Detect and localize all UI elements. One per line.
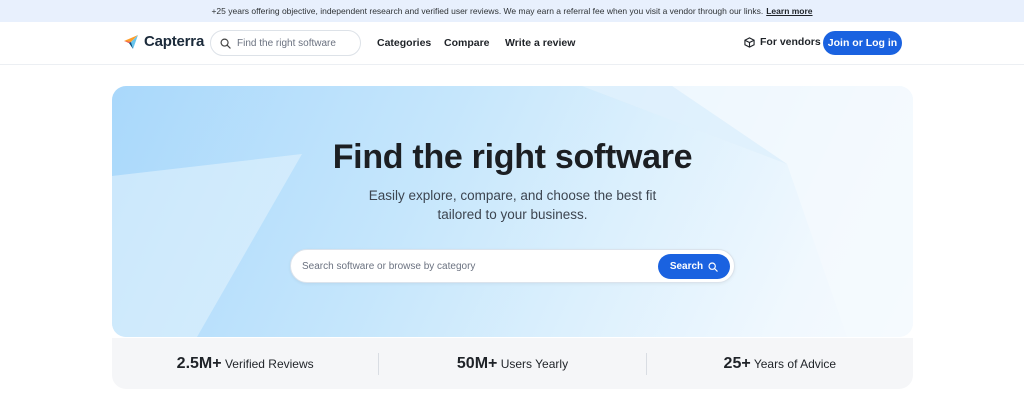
hero-search-button-label: Search bbox=[669, 261, 704, 272]
top-banner: +25 years offering objective, independen… bbox=[0, 0, 1024, 22]
hero-title: Find the right software bbox=[332, 138, 693, 176]
banner-text: +25 years offering objective, independen… bbox=[211, 6, 764, 16]
stat-users-value: 50M+ bbox=[456, 354, 498, 372]
for-vendors-link[interactable]: For vendors bbox=[744, 36, 821, 48]
cube-icon bbox=[744, 36, 755, 48]
stat-years-label: Years of Advice bbox=[753, 356, 837, 371]
hero-section: Find the right software Easily explore, … bbox=[112, 86, 913, 337]
hero-subtitle-line2: tailored to your business. bbox=[437, 207, 588, 222]
stat-years: 25+ Years of Advice bbox=[647, 355, 913, 373]
header-search-input[interactable]: Find the right software bbox=[210, 30, 361, 56]
stat-reviews: 2.5M+ Verified Reviews bbox=[112, 355, 378, 373]
learn-more-link[interactable]: Learn more bbox=[766, 6, 812, 16]
header-nav: Capterra Find the right software Categor… bbox=[0, 22, 1024, 65]
hero-subtitle: Easily explore, compare, and choose the … bbox=[112, 186, 913, 224]
nav-categories[interactable]: Categories bbox=[377, 37, 431, 49]
capterra-logo-icon bbox=[124, 34, 138, 49]
hero-search-input[interactable]: Search software or browse by category Se… bbox=[290, 249, 735, 283]
join-login-button[interactable]: Join or Log in bbox=[823, 31, 902, 55]
hero-search-button[interactable]: Search bbox=[658, 254, 730, 279]
hero-search-placeholder: Search software or browse by category bbox=[302, 261, 476, 272]
search-icon bbox=[708, 261, 718, 272]
brand-name: Capterra bbox=[144, 33, 205, 50]
stat-years-value: 25+ bbox=[723, 354, 751, 372]
for-vendors-label: For vendors bbox=[760, 36, 821, 48]
hero-subtitle-line1: Easily explore, compare, and choose the … bbox=[368, 188, 657, 203]
logo[interactable]: Capterra bbox=[123, 33, 204, 50]
stat-users: 50M+ Users Yearly bbox=[379, 355, 645, 373]
header-search-placeholder: Find the right software bbox=[237, 37, 336, 49]
nav-compare[interactable]: Compare bbox=[444, 37, 490, 49]
stat-users-label: Users Yearly bbox=[500, 356, 569, 371]
nav-write-review[interactable]: Write a review bbox=[505, 37, 575, 49]
stats-bar: 2.5M+ Verified Reviews 50M+ Users Yearly… bbox=[112, 338, 913, 389]
stat-reviews-value: 2.5M+ bbox=[176, 354, 222, 372]
stat-reviews-label: Verified Reviews bbox=[224, 356, 314, 371]
search-icon bbox=[220, 38, 231, 49]
